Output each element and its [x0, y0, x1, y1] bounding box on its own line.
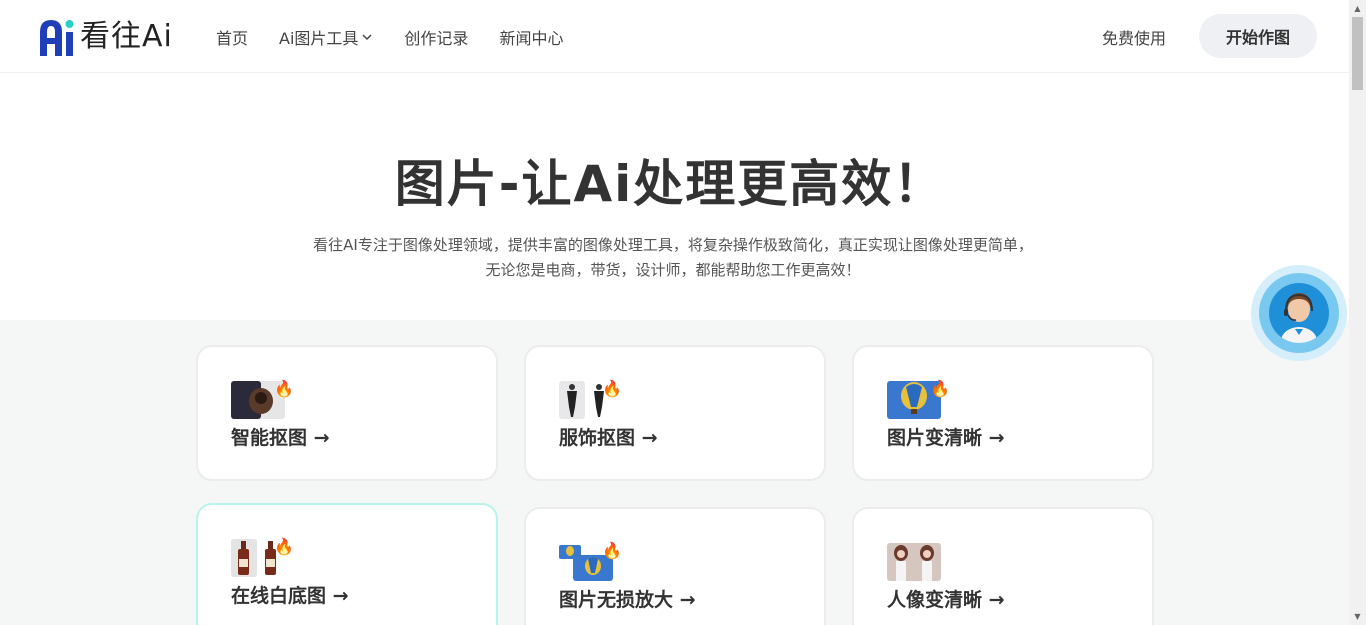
fire-icon: 🔥 [602, 541, 622, 560]
tool-card-label: 图片无损放大 → [559, 589, 696, 611]
scroll-down-arrow-icon[interactable]: ▼ [1349, 608, 1366, 625]
fire-icon: 🔥 [930, 379, 950, 398]
tool-card-label: 图片变清晰 → [887, 427, 1005, 449]
nav-creation-history-label: 创作记录 [404, 28, 469, 48]
nav-news[interactable]: 新闻中心 [499, 25, 563, 49]
nav-home[interactable]: 首页 [216, 25, 248, 49]
customer-service-widget[interactable] [1251, 265, 1347, 361]
logo-text: 看往Ai [80, 19, 173, 54]
nav-ai-tools-label: Ai图片工具 [279, 28, 359, 48]
fire-icon: 🔥 [274, 537, 294, 556]
tool-card-label: 人像变清晰 → [887, 589, 1005, 611]
fire-icon: 🔥 [274, 379, 294, 398]
site-logo[interactable]: 看往Ai [38, 16, 173, 58]
hero-subtitle: 看往AI专注于图像处理领域，提供丰富的图像处理工具，将复杂操作极致简化，真正实现… [0, 233, 1346, 283]
chevron-down-icon [362, 33, 372, 40]
logo-mark-icon [40, 20, 74, 56]
top-header: 看往Ai 首页 Ai图片工具 创作记录 新闻中心 免费使用 开始作图 [0, 0, 1349, 73]
main-nav: 首页 Ai图片工具 创作记录 新闻中心 [216, 0, 594, 73]
support-agent-icon [1269, 283, 1329, 343]
scroll-thumb[interactable] [1352, 17, 1363, 90]
nav-news-label: 新闻中心 [499, 28, 564, 48]
nav-home-label: 首页 [216, 28, 249, 48]
hero-title: 图片-让Ai处理更高效！ [394, 155, 946, 213]
hero-subtitle-line-2: 无论您是电商，带货，设计师，都能帮助您工作更高效！ [485, 261, 861, 279]
scroll-up-arrow-icon[interactable]: ▲ [1349, 0, 1366, 17]
fire-icon: 🔥 [602, 379, 622, 398]
support-ring [1259, 273, 1339, 353]
nav-creation-history[interactable]: 创作记录 [404, 25, 468, 49]
tool-card-label: 智能抠图 → [231, 427, 330, 449]
tool-card-label: 服饰抠图 → [559, 427, 658, 449]
hero-subtitle-line-1: 看往AI专注于图像处理领域，提供丰富的图像处理工具，将复杂操作极致简化，真正实现… [313, 236, 1033, 254]
tool-card-lossless-enlarge[interactable]: 🔥 图片无损放大 → [524, 507, 826, 625]
page-scrollbar[interactable]: ▲ ▼ [1349, 0, 1366, 625]
tool-card-image-sharpen[interactable]: 🔥 图片变清晰 → [852, 345, 1154, 481]
tool-card-portrait-sharpen[interactable]: 人像变清晰 → [852, 507, 1154, 625]
free-use-link[interactable]: 免费使用 [1102, 25, 1166, 49]
tool-card-white-background[interactable]: 🔥 在线白底图 → [196, 503, 498, 625]
tool-card-clothing-cutout[interactable]: 🔥 服饰抠图 → [524, 345, 826, 481]
portrait-thumb-icon [887, 543, 941, 581]
tool-card-smart-cutout[interactable]: 🔥 智能抠图 → [196, 345, 498, 481]
tool-card-label: 在线白底图 → [231, 585, 349, 607]
nav-ai-tools[interactable]: Ai图片工具 [279, 25, 373, 49]
start-creating-button[interactable]: 开始作图 [1199, 14, 1317, 58]
